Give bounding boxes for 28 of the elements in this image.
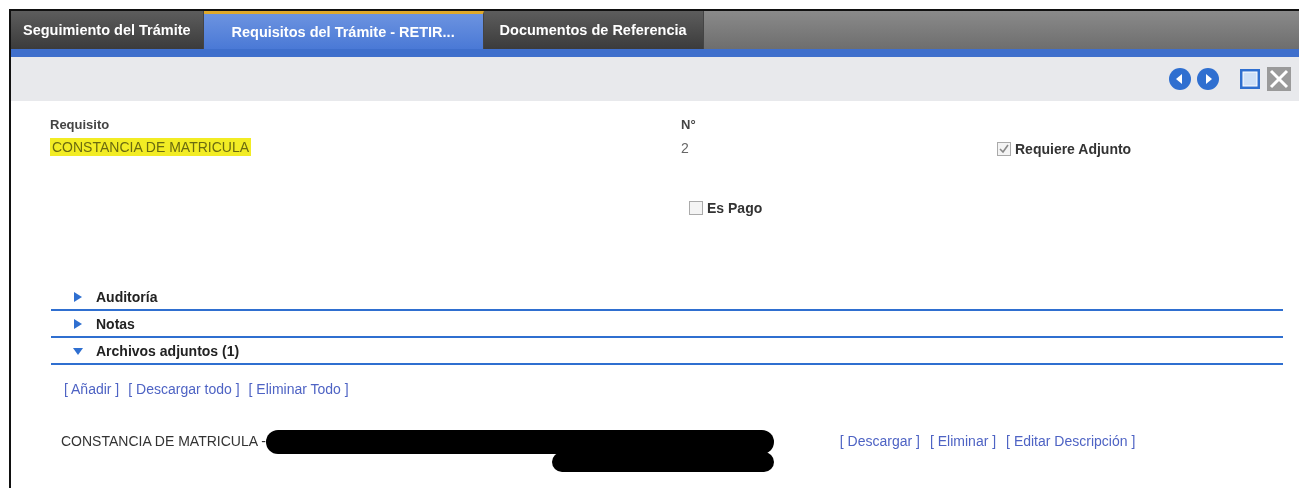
- link[interactable]: [ Editar Descripción ]: [1006, 433, 1136, 449]
- section-header[interactable]: Auditoría: [51, 284, 1283, 311]
- tab[interactable]: Requisitos del Trámite - RETIR...: [203, 11, 484, 49]
- section-header[interactable]: Notas: [51, 311, 1283, 338]
- file-name: CONSTANCIA DE MATRICULA -: [61, 433, 266, 449]
- checkbox-label: Es Pago: [707, 200, 763, 216]
- checkbox[interactable]: [997, 142, 1011, 156]
- link[interactable]: [ Descargar ]: [839, 433, 920, 449]
- caret-down-icon: [72, 345, 84, 357]
- field-label: N°: [681, 117, 696, 132]
- checkbox[interactable]: [689, 201, 703, 215]
- close-icon[interactable]: [1267, 67, 1291, 91]
- previous-icon[interactable]: [1169, 68, 1191, 90]
- link[interactable]: [ Eliminar Todo ]: [248, 381, 349, 397]
- tab[interactable]: Documentos de Referencia: [483, 11, 704, 49]
- next-icon[interactable]: [1197, 68, 1219, 90]
- field-label: Requisito: [50, 117, 110, 132]
- link[interactable]: [ Añadir ]: [64, 381, 120, 397]
- field-value: 2: [681, 140, 689, 156]
- checkbox-label: Requiere Adjunto: [1015, 141, 1132, 157]
- tab[interactable]: Seguimiento del Trámite: [11, 11, 204, 49]
- link[interactable]: [ Descargar todo ]: [128, 381, 240, 397]
- caret-right-icon: [72, 291, 84, 303]
- section-header[interactable]: Archivos adjuntos (1): [51, 338, 1283, 365]
- caret-right-icon: [72, 318, 84, 330]
- maximize-icon[interactable]: [1239, 68, 1261, 90]
- field-value: CONSTANCIA DE MATRICULA: [50, 138, 252, 156]
- link[interactable]: [ Eliminar ]: [930, 433, 997, 449]
